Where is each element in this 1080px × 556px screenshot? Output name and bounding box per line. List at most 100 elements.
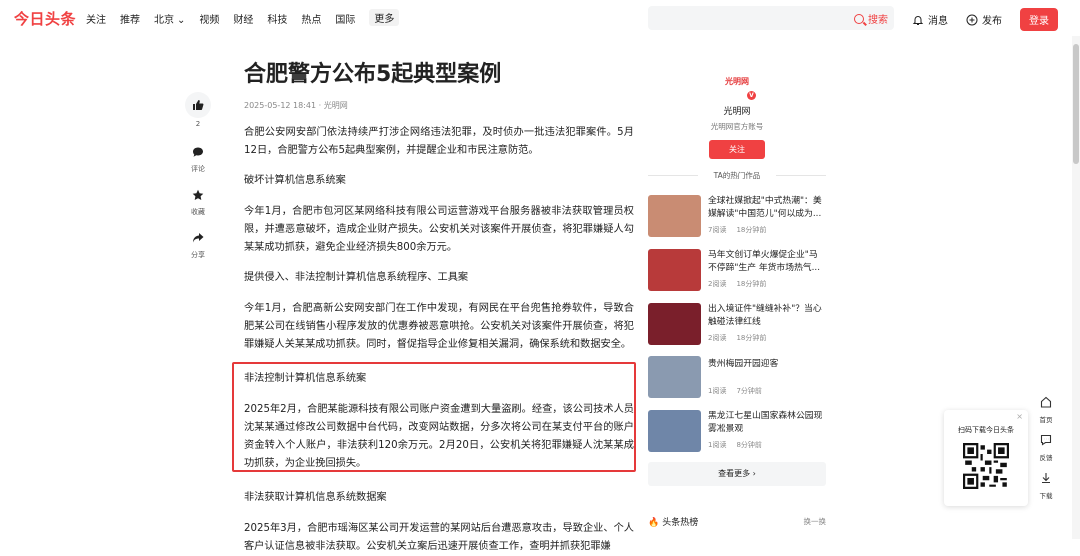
work-item[interactable]: 马年文创订单火爆促企业"马不停蹄"生产 年货市场热气... 2阅读 18分钟前 [648,249,826,291]
download-qr-panel: × 扫码下载今日头条 [944,410,1028,506]
chevron-down-icon: ⌄ [177,15,186,26]
work-time: 7分钟前 [736,387,762,395]
work-thumbnail [648,303,701,345]
work-reads: 1阅读 [708,441,727,449]
page-scrollbar[interactable] [1072,36,1080,539]
like-icon-wrap [185,92,211,118]
scrollbar-thumb[interactable] [1073,44,1079,164]
work-title: 马年文创订单火爆促企业"马不停蹄"生产 年货市场热气... [708,250,820,273]
author-logo-text: 光明网 [725,77,749,86]
work-thumbnail [648,356,701,398]
download-button[interactable]: 下载 [1034,468,1058,500]
plus-circle-icon [966,14,978,25]
work-meta: 1阅读 8分钟前 [708,440,772,450]
author-description: 光明网官方账号 [710,122,764,131]
favorite-button[interactable]: 收藏 [185,186,211,217]
home-label: 首页 [1039,416,1053,424]
work-reads: 7阅读 [708,226,727,234]
nav-item-city[interactable]: 北京 ⌄ [154,11,185,26]
comment-button[interactable]: 评论 [185,140,211,174]
work-item[interactable]: 黑龙江七星山国家森林公园现雾凇景观 1阅读 8分钟前 [648,410,826,452]
floating-toolbar: 首页 反馈 下载 [1034,392,1058,506]
home-button[interactable]: 首页 [1034,392,1058,424]
nav-item[interactable]: 关注 [86,11,106,26]
work-reads: 2阅读 [708,280,727,288]
article-meta: 2025-05-12 18:41 · 光明网 [244,101,348,110]
work-title: 贵州梅园开园迎客 [708,359,779,369]
section-heading: 非法获取计算机信息系统数据案 [244,492,387,503]
article-paragraph: 合肥公安网安部门依法持续严打涉企网络违法犯罪，及时侦办一批违法犯罪案件。5月12… [244,127,634,156]
comment-icon [193,147,203,157]
section-heading: 破坏计算机信息系统案 [244,175,346,186]
close-icon[interactable]: × [1016,412,1023,421]
author-avatar[interactable]: 光明网 V [718,70,756,100]
nav-item-city-label: 北京 [154,15,174,26]
search-input[interactable]: 搜索 [648,6,894,30]
thumbs-up-icon [193,100,204,110]
home-icon [1040,396,1052,408]
work-time: 18分钟前 [736,334,767,342]
hot-works-heading: TA的热门作品 [648,170,826,181]
publish-label: 发布 [982,16,1002,27]
work-title: 出入境证件"缝缝补补"？当心触碰法律红线 [708,304,822,327]
work-item[interactable]: 出入境证件"缝缝补补"？当心触碰法律红线 2阅读 18分钟前 [648,303,826,345]
site-logo[interactable]: 今日头条 [14,8,76,29]
qr-title: 扫码下载今日头条 [958,426,1014,434]
top-bar: 今日头条 关注 推荐 北京 ⌄ 视频 财经 科技 热点 国际 更多 搜索 消息 发… [0,0,1080,36]
main-nav: 关注 推荐 北京 ⌄ 视频 财经 科技 热点 国际 更多 [86,9,413,26]
work-title: 全球社媒掀起"中式热潮"：美媒解读"中国范儿"何以成为... [708,196,822,219]
verified-badge: V [747,91,756,100]
top-right-actions: 消息 发布 登录 [912,8,1058,31]
download-icon [1042,473,1050,484]
follow-button[interactable]: 关注 [709,140,765,159]
article-paragraph: 今年1月，合肥市包河区某网络科技有限公司运营游戏平台服务器被非法获取管理员权限，… [244,206,634,253]
share-icon [193,233,204,243]
work-thumbnail [648,195,701,237]
author-name[interactable]: 光明网 [648,104,826,117]
publish-button[interactable]: 发布 [966,12,1002,27]
feedback-label: 反馈 [1039,454,1053,462]
comment-label: 评论 [191,165,205,173]
article-paragraph: 今年1月，合肥高新公安网安部门在工作中发现，有网民在平台兜售抢券软件，导致合肥某… [244,303,634,350]
nav-item[interactable]: 热点 [301,11,321,26]
work-time: 18分钟前 [736,226,767,234]
refresh-button[interactable]: 换一换 [804,516,827,527]
search-icon [854,13,864,24]
like-button[interactable]: 2 [185,92,211,128]
favorite-label: 收藏 [191,208,205,216]
work-item[interactable]: 全球社媒掀起"中式热潮"：美媒解读"中国范儿"何以成为... 7阅读 18分钟前 [648,195,826,237]
hot-list-title: 头条热榜 [662,518,699,528]
work-meta: 1阅读 7分钟前 [708,386,772,396]
nav-item[interactable]: 科技 [267,11,287,26]
article-actions: 2 评论 收藏 分享 [185,92,211,272]
download-label: 下载 [1039,492,1053,500]
work-thumbnail [648,410,701,452]
section-heading: 提供侵入、非法控制计算机信息系统程序、工具案 [244,272,469,283]
article-title: 合肥警方公布5起典型案例 [244,62,502,87]
feedback-button[interactable]: 反馈 [1034,430,1058,462]
see-more-button[interactable]: 查看更多 › [648,462,826,486]
share-label: 分享 [191,251,205,259]
nav-item[interactable]: 财经 [233,11,253,26]
work-item[interactable]: 贵州梅园开园迎客 1阅读 7分钟前 [648,356,826,398]
like-count: 2 [195,120,201,128]
messages-button[interactable]: 消息 [912,12,948,27]
nav-item[interactable]: 推荐 [120,11,140,26]
feedback-icon [1040,434,1052,446]
work-meta: 7阅读 18分钟前 [708,225,776,235]
nav-item[interactable]: 视频 [199,11,219,26]
hot-list-header: 🔥 头条热榜 换一换 [648,515,826,528]
messages-label: 消息 [928,16,948,27]
bell-icon [912,15,924,25]
share-button[interactable]: 分享 [185,229,211,260]
nav-more-button[interactable]: 更多 [369,9,400,26]
search-button[interactable]: 搜索 [854,11,888,26]
work-meta: 2阅读 18分钟前 [708,333,776,343]
work-thumbnail [648,249,701,291]
star-icon [192,189,204,200]
work-title: 黑龙江七星山国家森林公园现雾凇景观 [708,411,823,434]
qr-code-icon [963,443,1009,489]
nav-item[interactable]: 国际 [335,11,355,26]
login-button[interactable]: 登录 [1020,8,1058,31]
work-meta: 2阅读 18分钟前 [708,279,776,289]
